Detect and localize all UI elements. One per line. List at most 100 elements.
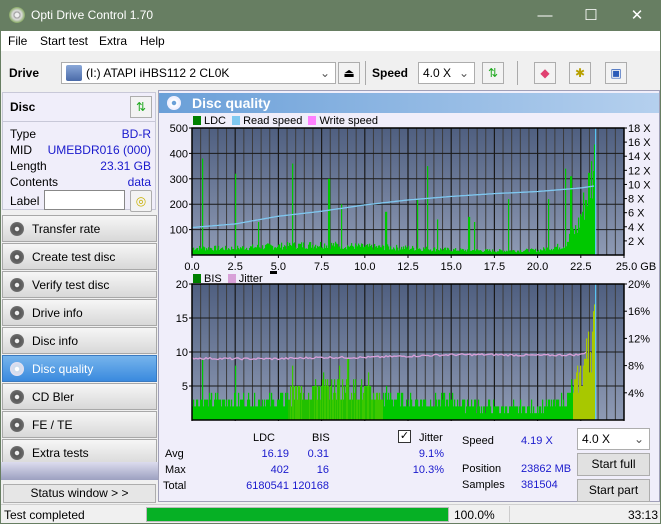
menu-file[interactable]: File [8, 34, 27, 48]
app-window: Opti Drive Control 1.70 — ☐ ✕ File Start… [1, 0, 660, 523]
chevron-down-icon: ⌄ [633, 432, 644, 446]
x-tick-label: 25.0 GB [616, 261, 656, 273]
disc-icon [10, 306, 24, 320]
nav-label: Disc info [32, 334, 79, 348]
y-right-tick-label: 8% [628, 361, 644, 373]
disc-icon [10, 390, 24, 404]
label-input[interactable] [44, 190, 125, 210]
nav-disc-quality[interactable]: Disc quality [2, 355, 157, 382]
nav-drive-info[interactable]: Drive info [2, 299, 157, 326]
main-panel: Disc quality LDC Read speed Write speed … [158, 90, 660, 502]
refresh-icon: ⇅ [135, 100, 147, 114]
ldc-header: LDC [253, 432, 276, 444]
save-icon: ▣ [610, 66, 622, 80]
ldc-bar [235, 173, 237, 255]
nav-label: Transfer rate [32, 222, 101, 236]
divider [509, 506, 510, 522]
start-full-button[interactable]: Start full [577, 453, 650, 476]
nav-footer [1, 462, 158, 480]
avg-bis: 0.31 [307, 448, 329, 460]
charts-svg: 100 200 300 400 500 2 X 4 X 6 X 8 X 10 X 12 X 14 X 1… [170, 123, 656, 421]
settings-icon: ✱ [574, 66, 586, 80]
disc-icon [10, 418, 24, 432]
nav-disc-info[interactable]: Disc info [2, 327, 157, 354]
y-left-tick-label: 10 [176, 347, 188, 359]
disc-refresh-button[interactable]: ⇅ [130, 96, 152, 118]
eject-button[interactable]: ⏏ [338, 62, 360, 84]
maximize-button[interactable]: ☐ [568, 0, 614, 31]
x-tick-label: 0.0 [184, 261, 199, 273]
disc-icon [10, 278, 24, 292]
avg-jitter: 9.1% [418, 448, 444, 460]
label-field-label: Label [10, 194, 40, 208]
start-part-button[interactable]: Start part [577, 479, 650, 502]
nav-label: CD Bler [32, 390, 75, 404]
nav-create-test-disc[interactable]: Create test disc [2, 243, 157, 270]
menu-extra[interactable]: Extra [99, 34, 127, 48]
position-value: 23862 MB [521, 463, 572, 475]
minimize-button[interactable]: — [522, 0, 568, 31]
disc-title: Disc [10, 100, 36, 114]
speed-label: Speed [372, 66, 409, 80]
settings-button[interactable]: ✱ [569, 62, 591, 84]
contents-value: data [127, 175, 151, 189]
disc-label-button[interactable]: ◎ [130, 190, 152, 212]
nav-label: FE / TE [32, 418, 73, 432]
drive-select[interactable]: (I:) ATAPI iHBS112 2 CL0K ⌄ [61, 62, 336, 84]
max-jitter: 10.3% [412, 464, 444, 476]
total-bis: 120168 [292, 480, 329, 492]
refresh-button[interactable]: ⇅ [482, 62, 504, 84]
menu-bar: File Start test Extra Help [1, 31, 660, 51]
ldc-bar [474, 221, 476, 255]
progress-bar [146, 507, 449, 522]
length-value: 23.31 GB [100, 159, 151, 173]
eraser-icon: ◆ [540, 66, 550, 80]
drive-icon [66, 65, 82, 81]
status-bar: Test completed 100.0% 33:13 [1, 504, 660, 523]
nav-verify-test-disc[interactable]: Verify test disc [2, 271, 157, 298]
jitter-checkbox[interactable]: ✓ [398, 430, 411, 443]
speed-label: Speed [462, 435, 494, 447]
y-right-tick-label: 16 X [628, 137, 651, 149]
y-right-tick-label: 12% [628, 333, 650, 345]
disc-icon [10, 334, 24, 348]
test-speed-value: 4.0 X [582, 432, 611, 446]
drive-label: Drive [9, 66, 40, 80]
ldc-bar [292, 163, 294, 255]
ldc-bar [202, 158, 204, 255]
nav-label: Create test disc [32, 250, 116, 264]
drive-value: (I:) ATAPI iHBS112 2 CL0K [86, 66, 230, 80]
ldc-bar [548, 199, 550, 255]
ldc-bar [427, 166, 429, 255]
save-button[interactable]: ▣ [605, 62, 627, 84]
x-tick-label: 22.5 [570, 261, 591, 273]
mid-value: UMEBDR016 (000) [47, 143, 151, 157]
nav-transfer-rate[interactable]: Transfer rate [2, 215, 157, 242]
ldc-bar [341, 204, 343, 255]
disc-icon [10, 446, 24, 460]
close-button[interactable]: ✕ [614, 0, 660, 31]
x-tick-label: 5.0 [271, 261, 286, 273]
nav-fe-te[interactable]: FE / TE [2, 411, 157, 438]
ldc-bar [417, 199, 419, 255]
divider [3, 121, 155, 122]
toolbar-divider [517, 61, 518, 85]
sidebar: Disc ⇅ Type BD-R MID UMEBDR016 (000) Len… [1, 90, 158, 503]
status-window-button[interactable]: Status window > > [3, 484, 156, 503]
ldc-bar [437, 219, 439, 255]
bis-bar [594, 304, 596, 420]
nav-cd-bler[interactable]: CD Bler [2, 383, 157, 410]
speed-select[interactable]: 4.0 X ⌄ [418, 62, 475, 84]
y-left-tick-label: 400 [170, 148, 188, 160]
x-tick-label: 17.5 [484, 261, 505, 273]
menu-help[interactable]: Help [140, 34, 165, 48]
erase-button[interactable]: ◆ [534, 62, 556, 84]
menu-start-test[interactable]: Start test [40, 34, 88, 48]
test-speed-select[interactable]: 4.0 X ⌄ [577, 428, 650, 450]
nav-label: Drive info [32, 306, 83, 320]
disc-icon [10, 222, 24, 236]
speed-value: 4.0 X [423, 66, 452, 80]
status-text: Test completed [4, 508, 85, 522]
chevron-down-icon: ⌄ [319, 66, 330, 80]
x-tick-label: 7.5 [314, 261, 329, 273]
